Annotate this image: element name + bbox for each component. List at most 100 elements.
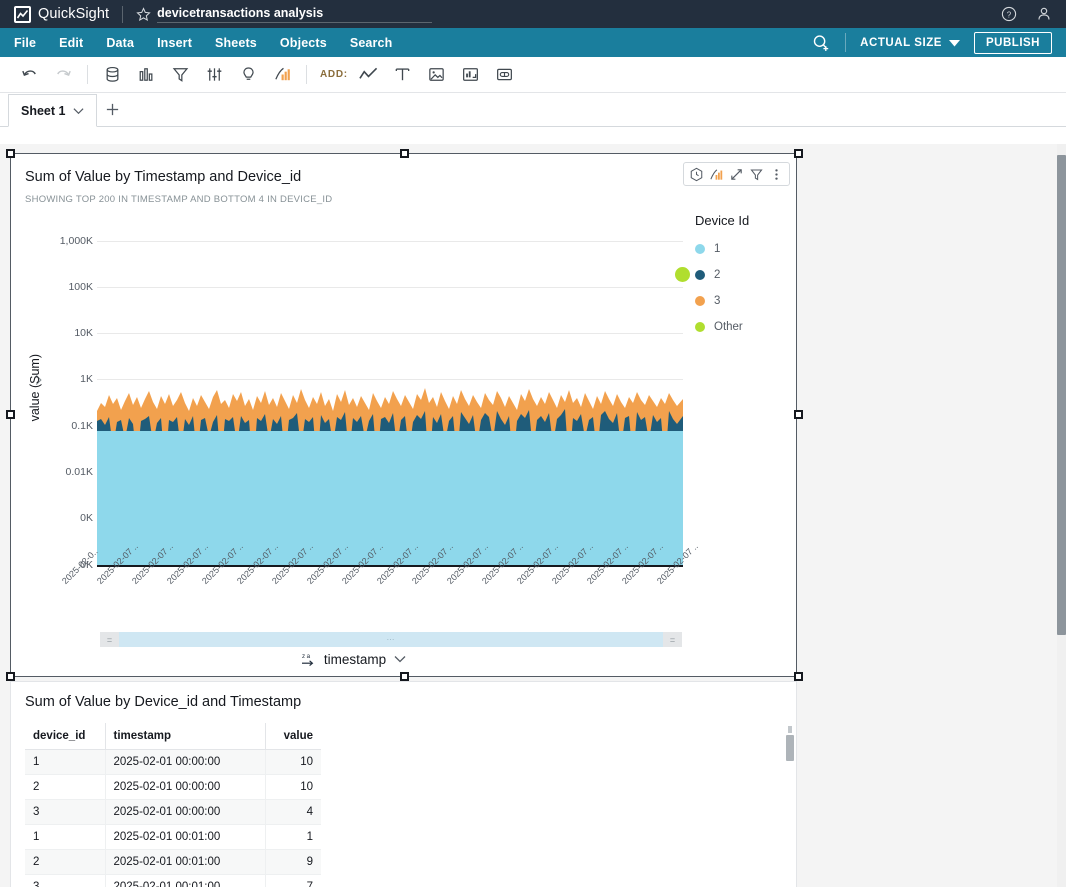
help-circle-icon[interactable]: ? (1001, 6, 1017, 22)
expand-maximize-icon[interactable] (727, 164, 746, 184)
top-divider (122, 5, 124, 23)
menu-item-file[interactable]: File (14, 36, 36, 50)
table-scroll-thumb[interactable] (786, 735, 794, 761)
resize-handle-sw[interactable] (6, 672, 15, 681)
gridline (97, 333, 683, 334)
gridline (97, 241, 683, 242)
svg-text:z: z (302, 653, 305, 660)
sliders-icon[interactable] (197, 60, 231, 90)
legend-item-2[interactable]: 2 (695, 269, 749, 281)
drag-grip-icon[interactable]: ⋯ (387, 635, 396, 644)
cell-device-id: 2 (25, 849, 106, 875)
lightbulb-icon[interactable] (231, 60, 265, 90)
legend-title: Device Id (695, 213, 750, 228)
resize-handle-s[interactable] (400, 672, 409, 681)
table-row[interactable]: 1 2025-02-01 00:00:00 10 (25, 749, 321, 775)
funnel-filter-icon[interactable] (163, 60, 197, 90)
cell-value: 10 (265, 749, 321, 775)
y-tick-label: 100K (68, 281, 93, 293)
table-row[interactable]: 3 2025-02-01 00:00:00 4 (25, 799, 321, 825)
resize-handle-ne[interactable] (794, 149, 803, 158)
menu-bar-actions: ACTUAL SIZE PUBLISH (797, 31, 1052, 54)
cell-device-id: 2 (25, 774, 106, 800)
legend-item-1[interactable]: 1 (695, 243, 749, 255)
bar-chart-icon[interactable] (129, 60, 163, 90)
control-widget-icon[interactable] (488, 60, 522, 90)
menu-item-objects[interactable]: Objects (280, 36, 327, 50)
analysis-title[interactable]: devicetransactions analysis (157, 6, 433, 23)
legend-item-3[interactable]: 3 (695, 295, 749, 307)
line-chart-icon[interactable] (352, 60, 386, 90)
resize-handle-n[interactable] (400, 149, 409, 158)
sheet-tab-sheet-1[interactable]: Sheet 1 (8, 94, 98, 127)
cell-timestamp: 2025-02-01 00:00:00 (105, 774, 266, 800)
stacked-area-series[interactable] (97, 373, 683, 566)
legend-item-label: 1 (714, 243, 721, 255)
chevron-down-icon[interactable] (394, 655, 406, 663)
table-scrollbar[interactable] (786, 726, 794, 766)
more-options-icon[interactable] (767, 164, 786, 184)
quicksight-logo[interactable]: QuickSight (14, 5, 109, 23)
table-row[interactable]: 2 2025-02-01 00:01:00 9 (25, 849, 321, 875)
legend-color-dot (695, 244, 705, 254)
menu-item-edit[interactable]: Edit (59, 36, 83, 50)
cell-timestamp: 2025-02-01 00:00:00 (105, 799, 266, 825)
scroll-left-handle[interactable]: = (100, 632, 119, 647)
size-mode-dropdown[interactable]: ACTUAL SIZE (860, 36, 961, 49)
y-tick-label: 1K (80, 373, 93, 385)
cell-timestamp: 2025-02-01 00:01:00 (105, 849, 266, 875)
insight-panel-icon[interactable] (454, 60, 488, 90)
search-add-icon[interactable] (797, 33, 845, 53)
chart-horizontal-scrollbar[interactable]: = ⋯ = (100, 632, 682, 647)
x-axis-ticks: 2025-02-0.. 2025-02-07 .. 2025-02-07 .. … (56, 541, 700, 626)
text-box-icon[interactable] (386, 60, 420, 90)
legend-color-dot (695, 322, 705, 332)
visual-area-chart[interactable]: Sum of Value by Timestamp and Device_id … (6, 149, 803, 681)
menu-item-insert[interactable]: Insert (157, 36, 192, 50)
add-sheet-button[interactable] (97, 93, 127, 126)
visual2-title: Sum of Value by Device_id and Timestamp (25, 694, 302, 710)
size-mode-label: ACTUAL SIZE (860, 36, 943, 49)
x-axis-field-well[interactable]: z a timestamp (11, 651, 695, 667)
table-row[interactable]: 2 2025-02-01 00:00:00 10 (25, 774, 321, 800)
y-tick-label: 0.1K (71, 420, 93, 432)
visual-table[interactable]: Sum of Value by Device_id and Timestamp … (10, 681, 797, 887)
image-icon[interactable] (420, 60, 454, 90)
narrative-chart-icon[interactable] (707, 164, 726, 184)
svg-text:?: ? (1007, 10, 1012, 19)
chart-paint-icon[interactable] (265, 60, 299, 90)
insights-clock-icon[interactable] (687, 164, 706, 184)
menu-item-search[interactable]: Search (350, 36, 393, 50)
menu-item-data[interactable]: Data (106, 36, 134, 50)
menu-item-sheets[interactable]: Sheets (215, 36, 257, 50)
filter-icon[interactable] (747, 164, 766, 184)
column-header-device-id[interactable]: device_id (25, 723, 106, 750)
data-point-other[interactable] (675, 267, 690, 282)
resize-handle-nw[interactable] (6, 149, 15, 158)
cell-value: 9 (265, 849, 321, 875)
table-row[interactable]: 3 2025-02-01 00:01:00 7 (25, 874, 321, 887)
toolbar-divider (87, 65, 88, 84)
legend-item-other[interactable]: Other (695, 321, 749, 333)
menu-divider (845, 33, 847, 52)
column-header-timestamp[interactable]: timestamp (105, 723, 266, 750)
y-tick-label: 0K (80, 512, 93, 524)
table-row[interactable]: 1 2025-02-01 00:01:00 1 (25, 824, 321, 850)
resize-handle-w[interactable] (6, 410, 15, 419)
star-outline-icon[interactable] (136, 6, 151, 22)
gridline (97, 287, 683, 288)
resize-handle-se[interactable] (794, 672, 803, 681)
user-account-icon[interactable] (1036, 6, 1052, 22)
column-header-value[interactable]: value (265, 723, 321, 750)
undo-arrow-icon[interactable] (12, 60, 46, 90)
publish-button[interactable]: PUBLISH (974, 31, 1052, 54)
scroll-right-handle[interactable]: = (663, 632, 682, 647)
chevron-down-icon[interactable] (73, 107, 84, 115)
data-table: device_id timestamp value 1 2025-02-01 0… (25, 723, 321, 887)
page-scroll-track[interactable] (1057, 144, 1066, 887)
sheet-canvas: Sum of Value by Timestamp and Device_id … (0, 144, 1066, 887)
menu-bar: File Edit Data Insert Sheets Objects Sea… (0, 28, 1066, 57)
page-scroll-thumb[interactable] (1057, 155, 1066, 635)
resize-handle-e[interactable] (794, 410, 803, 419)
database-icon[interactable] (95, 60, 129, 90)
